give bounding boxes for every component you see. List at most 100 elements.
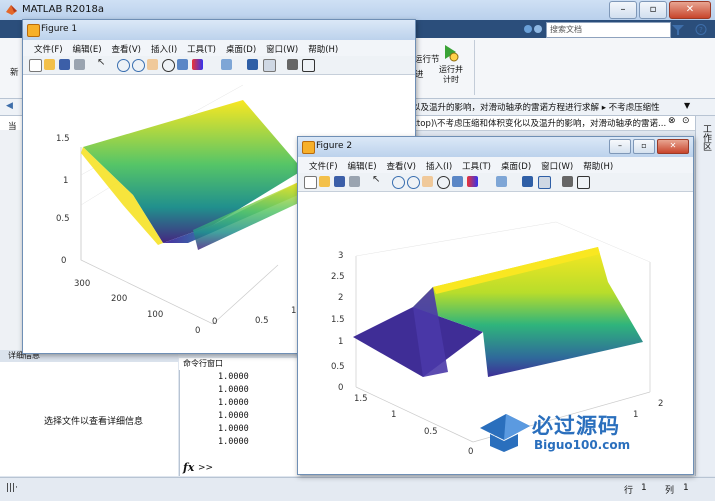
watermark-cn: 必过源码 <box>532 414 620 438</box>
advance-label[interactable]: 进 <box>415 68 424 80</box>
pointer-icon[interactable]: ↖ <box>372 174 383 185</box>
quick-access-icons[interactable] <box>523 23 543 36</box>
f1-y-tick: 300 <box>74 279 90 289</box>
menu-desktop[interactable]: 桌面(D) <box>221 40 261 56</box>
f2-x-tick: 1 <box>633 410 638 420</box>
f2-y-tick: 1.5 <box>354 394 368 404</box>
path-dropdown-icon[interactable]: ▼ <box>684 101 690 110</box>
legend-icon[interactable] <box>538 176 551 189</box>
menu-help[interactable]: 帮助(H) <box>578 157 618 173</box>
print-icon[interactable] <box>349 176 360 187</box>
command-output-line: 1.0000 <box>218 372 249 382</box>
show-tools-icon[interactable] <box>302 59 315 72</box>
print-icon[interactable] <box>74 59 85 70</box>
details-placeholder-text: 选择文件以查看详细信息 <box>44 417 144 427</box>
menu-help[interactable]: 帮助(H) <box>303 40 343 56</box>
save-icon[interactable] <box>59 59 70 70</box>
data-cursor-icon[interactable] <box>177 59 188 70</box>
data-cursor-icon[interactable] <box>452 176 463 187</box>
command-output-line: 1.0000 <box>218 437 249 447</box>
run-section-label[interactable]: 运行节 <box>414 53 440 65</box>
menu-file[interactable]: 文件(F) <box>304 157 343 173</box>
brush-icon[interactable] <box>467 176 478 187</box>
zoom-out-icon[interactable] <box>407 176 420 189</box>
window-controls: – ▫ ✕ <box>609 1 711 19</box>
save-icon[interactable] <box>334 176 345 187</box>
command-prompt[interactable]: >> <box>198 463 213 473</box>
command-window[interactable]: 1.0000 1.0000 1.0000 1.0000 1.0000 1.000… <box>179 370 300 476</box>
new-figure-icon[interactable] <box>304 176 317 189</box>
f2-z-tick: 3 <box>338 251 343 261</box>
figure2-title-bar[interactable]: Figure 2 – ▫ ✕ <box>298 137 693 157</box>
open-file-icon[interactable] <box>44 59 55 70</box>
editor-close-icon[interactable]: ⊗ <box>668 116 676 126</box>
menu-edit[interactable]: 编辑(E) <box>343 157 382 173</box>
figure1-surface <box>83 100 303 243</box>
current-folder-label: 当 <box>8 122 17 132</box>
colorbar-icon[interactable] <box>247 59 258 70</box>
show-tools-icon[interactable] <box>577 176 590 189</box>
close-button[interactable]: ✕ <box>669 1 711 19</box>
link-plot-icon[interactable] <box>221 59 232 70</box>
hide-tools-icon[interactable] <box>287 59 298 70</box>
hide-tools-icon[interactable] <box>562 176 573 187</box>
zoom-out-icon[interactable] <box>132 59 145 72</box>
menu-tools[interactable]: 工具(T) <box>182 40 221 56</box>
search-docs-input[interactable]: 搜索文档 <box>546 22 671 38</box>
minimize-button[interactable]: – <box>609 1 637 19</box>
zoom-in-icon[interactable] <box>392 176 405 189</box>
menu-window[interactable]: 窗口(W) <box>536 157 578 173</box>
fx-icon[interactable]: fx <box>183 461 194 474</box>
command-output-line: 1.0000 <box>218 385 249 395</box>
new-button-label[interactable]: 新 <box>10 66 19 78</box>
current-path[interactable]: 以及温升的影响，对滑动轴承的雷诺方程进行求解 ▸ 不考虑压缩性 <box>412 101 660 113</box>
filter-icon[interactable] <box>668 23 688 36</box>
new-figure-icon[interactable] <box>29 59 42 72</box>
workspace-label: 工作区 <box>701 124 711 151</box>
status-grip-icon: |||· <box>6 483 18 493</box>
figure1-menubar: 文件(F) 编辑(E) 查看(V) 插入(I) 工具(T) 桌面(D) 窗口(W… <box>23 40 415 56</box>
f2-y-tick: 0.5 <box>424 427 438 437</box>
f1-z-tick: 0.5 <box>56 214 70 224</box>
pan-icon[interactable] <box>147 59 158 70</box>
minimize-button[interactable]: – <box>609 139 631 154</box>
link-plot-icon[interactable] <box>496 176 507 187</box>
rotate-3d-icon[interactable] <box>437 176 450 189</box>
colorbar-icon[interactable] <box>522 176 533 187</box>
help-menu-icon[interactable]: ? <box>691 23 711 36</box>
zoom-in-icon[interactable] <box>117 59 130 72</box>
matlab-logo-icon <box>6 5 17 15</box>
figure1-title-bar[interactable]: Figure 1 <box>23 20 415 40</box>
close-button[interactable]: ✕ <box>657 139 689 154</box>
maximize-button[interactable]: ▫ <box>633 139 655 154</box>
f2-z-tick: 1 <box>338 337 343 347</box>
figure-icon <box>302 141 315 154</box>
brush-icon[interactable] <box>192 59 203 70</box>
menu-desktop[interactable]: 桌面(D) <box>496 157 536 173</box>
figure2-window-controls: – ▫ ✕ <box>609 139 689 154</box>
pan-icon[interactable] <box>422 176 433 187</box>
menu-window[interactable]: 窗口(W) <box>261 40 303 56</box>
rotate-3d-icon[interactable] <box>162 59 175 72</box>
back-arrow-icon[interactable]: ◀ <box>6 101 13 111</box>
menu-view[interactable]: 查看(V) <box>382 157 421 173</box>
figure1-toolbar: ↖ <box>23 56 415 75</box>
menu-file[interactable]: 文件(F) <box>29 40 68 56</box>
editor-menu-icon[interactable]: ⊙ <box>682 116 690 126</box>
legend-icon[interactable] <box>263 59 276 72</box>
menu-insert[interactable]: 插入(I) <box>146 40 182 56</box>
f2-z-tick: 0 <box>338 383 343 393</box>
workspace-panel-tab[interactable]: 工作区 <box>695 116 715 476</box>
run-and-time-label[interactable]: 运行并计时 <box>437 65 465 85</box>
f1-x-tick: 0.5 <box>255 316 269 326</box>
pointer-icon[interactable]: ↖ <box>97 57 108 68</box>
maximize-button[interactable]: ▫ <box>639 1 667 19</box>
menu-view[interactable]: 查看(V) <box>107 40 146 56</box>
menu-tools[interactable]: 工具(T) <box>457 157 496 173</box>
open-file-icon[interactable] <box>319 176 330 187</box>
menu-insert[interactable]: 插入(I) <box>421 157 457 173</box>
menu-edit[interactable]: 编辑(E) <box>68 40 107 56</box>
run-and-time-icon[interactable] <box>440 42 460 62</box>
command-output-line: 1.0000 <box>218 411 249 421</box>
svg-text:?: ? <box>699 26 703 34</box>
